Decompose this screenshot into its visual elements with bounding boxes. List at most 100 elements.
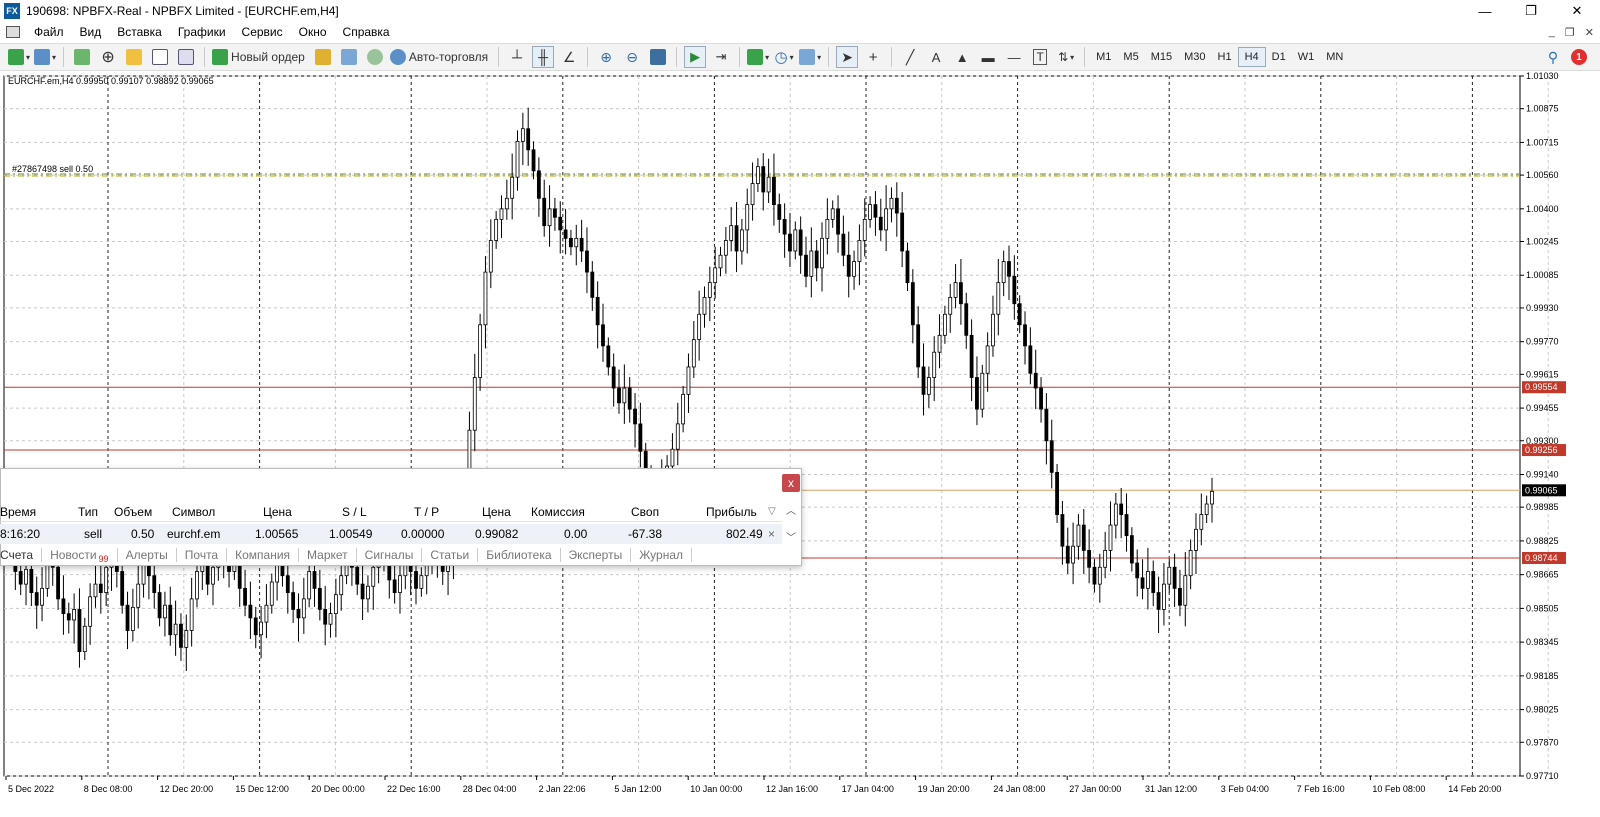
mdi-close-button[interactable]: ✕	[1585, 26, 1594, 39]
tab-library[interactable]: Библиотека	[478, 548, 561, 562]
timeframe-m5[interactable]: M5	[1117, 47, 1144, 67]
time-label: 27 Jan 00:00	[1069, 784, 1121, 794]
tab-signals[interactable]: Сигналы	[357, 548, 423, 562]
tab-experts[interactable]: Эксперты	[561, 548, 632, 562]
arrows-button[interactable]: ⇅ ▾	[1055, 46, 1077, 68]
autotrading-button[interactable]: Авто-торговля	[389, 46, 491, 68]
vps-icon	[340, 49, 357, 65]
minimize-button[interactable]: —	[1462, 0, 1508, 22]
timeframe-h1[interactable]: H1	[1212, 47, 1238, 67]
tab-news[interactable]: Новости 99	[42, 548, 118, 564]
candle-body	[1183, 575, 1188, 606]
timeframe-m1[interactable]: M1	[1090, 47, 1117, 67]
col-profit[interactable]: Прибыль	[706, 505, 757, 519]
timeframe-mn[interactable]: MN	[1320, 47, 1349, 67]
horizontal-line-button[interactable]: —	[1003, 46, 1025, 68]
terminal-close-button[interactable]: x	[782, 474, 800, 492]
menu-help[interactable]: Справка	[335, 25, 398, 39]
zoom-in-button[interactable]: ⊕	[595, 46, 617, 68]
timeframe-m30[interactable]: M30	[1178, 47, 1211, 67]
menu-window[interactable]: Окно	[291, 25, 335, 39]
toolbar-separator	[676, 47, 678, 67]
rectangle-button[interactable]: ▬	[977, 46, 999, 68]
chart-shift-button[interactable]: ⇥	[710, 46, 732, 68]
candle-body	[18, 571, 23, 585]
menu-file[interactable]: Файл	[26, 25, 72, 39]
terminal-button[interactable]	[149, 46, 171, 68]
candle-body	[1087, 549, 1092, 568]
maximize-button[interactable]: ❐	[1508, 0, 1554, 22]
close-button[interactable]: ✕	[1554, 0, 1600, 22]
periods-button[interactable]: ◷ ▾	[773, 46, 795, 68]
mdi-restore-button[interactable]: ❐	[1565, 26, 1575, 39]
cursor-button[interactable]: ➤	[836, 46, 859, 68]
tab-mailbox[interactable]: Почта	[177, 548, 228, 562]
indicators-button[interactable]: ▾	[747, 46, 769, 68]
timeframe-h4[interactable]: H4	[1237, 47, 1266, 67]
templates-button[interactable]: ▾	[799, 46, 821, 68]
close-order-icon[interactable]: ×	[768, 527, 775, 541]
tab-journal[interactable]: Журнал	[631, 548, 693, 562]
menu-charts[interactable]: Графики	[170, 25, 234, 39]
candle-body	[937, 334, 942, 353]
candle-body	[510, 176, 515, 199]
notifications-button[interactable]: 1	[1568, 46, 1590, 68]
col-tp[interactable]: T / P	[414, 505, 439, 519]
timeframe-w1[interactable]: W1	[1292, 47, 1321, 67]
order-line-label[interactable]: #27867498 sell 0.50	[12, 164, 93, 174]
text-button[interactable]: A	[925, 46, 947, 68]
tile-windows-button[interactable]	[647, 46, 669, 68]
col-current-price[interactable]: Цена	[482, 505, 511, 519]
text-label-button[interactable]: T	[1029, 46, 1051, 68]
candlestick-button[interactable]: ╫	[532, 46, 555, 68]
scroll-down-icon[interactable]: ﹀	[786, 529, 796, 544]
col-price[interactable]: Цена	[263, 505, 292, 519]
col-volume[interactable]: Объем	[114, 505, 152, 519]
data-window-button[interactable]: ⊕	[97, 46, 119, 68]
market-watch-button[interactable]	[71, 46, 93, 68]
candle-body	[1151, 571, 1156, 593]
tab-alerts[interactable]: Алерты	[118, 548, 177, 562]
new-order-button[interactable]: Новый ордер	[212, 46, 308, 68]
timeframe-m15[interactable]: M15	[1145, 47, 1178, 67]
mdi-minimize-button[interactable]: _	[1549, 26, 1555, 38]
price-label: 0.98505	[1526, 603, 1559, 613]
order-row[interactable]: 8:16:20 sell 0.50 eurchf.em 1.00565 1.00…	[0, 524, 782, 544]
timeframe-d1[interactable]: D1	[1266, 47, 1292, 67]
col-swap[interactable]: Своп	[631, 505, 659, 519]
strategy-tester-button[interactable]	[175, 46, 197, 68]
document-icon[interactable]	[6, 26, 20, 38]
col-sl[interactable]: S / L	[342, 505, 367, 519]
triangle-button[interactable]: ▲	[951, 46, 973, 68]
tab-accounts[interactable]: Счета	[0, 548, 43, 562]
menu-tools[interactable]: Сервис	[234, 25, 291, 39]
candle-body	[675, 423, 680, 450]
menu-insert[interactable]: Вставка	[109, 25, 170, 39]
navigator-button[interactable]	[123, 46, 145, 68]
trendline-button[interactable]: ╱	[899, 46, 921, 68]
scroll-up-icon[interactable]: ︿	[786, 502, 796, 517]
search-button[interactable]: ⚲	[1542, 46, 1564, 68]
col-commission[interactable]: Комиссия	[531, 505, 585, 519]
tab-market[interactable]: Маркет	[299, 548, 357, 562]
signals-button[interactable]	[364, 46, 386, 68]
metaeditor-button[interactable]	[312, 46, 334, 68]
profiles-button[interactable]: ▾	[34, 46, 56, 68]
col-time[interactable]: Время	[0, 505, 36, 519]
price-chart[interactable]: 0.99554 0.99256 0.99065 0.98744 1.01030 1.00…	[0, 72, 1600, 800]
col-type[interactable]: Тип	[78, 505, 98, 519]
candle-body	[681, 393, 686, 425]
crosshair-button[interactable]: +	[862, 46, 884, 68]
line-chart-button[interactable]: ∠	[558, 46, 580, 68]
new-chart-button[interactable]: ▾	[8, 46, 30, 68]
menu-view[interactable]: Вид	[72, 25, 110, 39]
terminal-scrollbar[interactable]: ︿ ﹀	[784, 502, 798, 544]
virtual-hosting-button[interactable]	[338, 46, 360, 68]
col-symbol[interactable]: Символ	[172, 505, 215, 519]
sort-icon[interactable]: ▽	[768, 506, 776, 517]
bar-chart-button[interactable]: ┴	[506, 46, 528, 68]
zoom-out-button[interactable]: ⊖	[621, 46, 643, 68]
tab-articles[interactable]: Статьи	[422, 548, 479, 562]
auto-scroll-button[interactable]: ▶	[684, 46, 707, 68]
tab-company[interactable]: Компания	[227, 548, 300, 562]
